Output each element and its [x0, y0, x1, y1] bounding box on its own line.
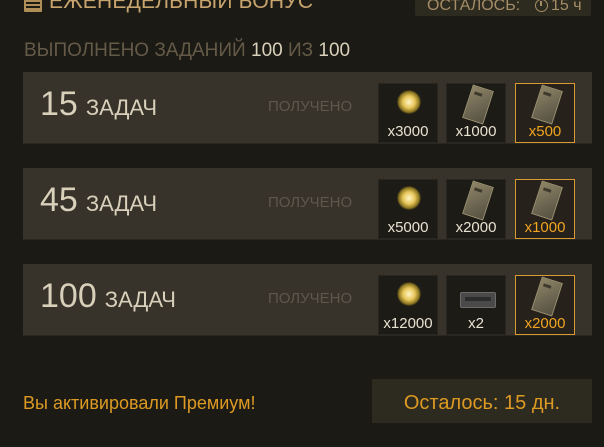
reward-amount: x500: [528, 123, 562, 140]
spark-icon: [397, 90, 421, 114]
clock-icon: [535, 0, 548, 12]
reward-amount: x2: [468, 315, 484, 332]
tier-status: ПОЛУЧЕНО: [268, 290, 353, 307]
reward-tier: 100 ЗАДАЧ ПОЛУЧЕНО x12000 x2 x2000: [23, 264, 592, 336]
tier-unit: ЗАДАЧ: [85, 191, 158, 216]
reward-amount: x1000: [455, 123, 497, 140]
tier-count: 100 ЗАДАЧ: [40, 277, 176, 315]
page-title: ЕЖЕНЕДЕЛЬНЫЙ БОНУС: [49, 0, 314, 13]
card-icon: [531, 276, 563, 317]
reward-amount: x5000: [387, 219, 429, 236]
time-remaining-box: ОСТАЛОСЬ: 15 ч: [415, 0, 591, 16]
card-icon: [462, 180, 494, 221]
reward-amount: x2000: [524, 315, 566, 332]
reward-slot[interactable]: x1000: [446, 83, 506, 143]
calendar-icon: [24, 0, 42, 12]
spark-icon: [397, 186, 421, 210]
timer-label: ОСТАЛОСЬ:: [427, 0, 521, 14]
tier-unit: ЗАДАЧ: [85, 95, 158, 120]
progress-label: ВЫПОЛНЕНО ЗАДАНИЙ: [24, 40, 246, 61]
spark-icon: [397, 282, 421, 306]
reward-slot-highlighted[interactable]: x500: [515, 83, 575, 143]
card-icon: [462, 84, 494, 125]
progress-total: 100: [318, 40, 351, 61]
premium-remaining-box: Осталось: 15 дн.: [372, 379, 592, 423]
tier-count: 15 ЗАДАЧ: [40, 85, 158, 123]
timer-value: 15 ч: [551, 0, 582, 14]
tier-count: 45 ЗАДАЧ: [40, 181, 158, 219]
card-icon: [531, 84, 563, 125]
box-icon: [460, 292, 496, 308]
premium-remaining-text: Осталось: 15 дн.: [403, 392, 561, 414]
weekly-bonus-header: ЕЖЕНЕДЕЛЬНЫЙ БОНУС ОСТАЛОСЬ: 15 ч: [0, 0, 604, 18]
progress-done: 100: [251, 40, 283, 61]
reward-slot[interactable]: x5000: [378, 179, 438, 239]
reward-tier: 15 ЗАДАЧ ПОЛУЧЕНО x3000 x1000 x500: [23, 72, 592, 144]
reward-amount: x3000: [387, 123, 429, 140]
progress-of: ИЗ: [287, 40, 314, 61]
reward-amount: x2000: [455, 219, 497, 236]
reward-tier: 45 ЗАДАЧ ПОЛУЧЕНО x5000 x2000 x1000: [23, 168, 592, 240]
reward-slot[interactable]: x2000: [446, 179, 506, 239]
reward-amount: x12000: [383, 315, 433, 332]
reward-slot-highlighted[interactable]: x1000: [515, 179, 575, 239]
tier-status: ПОЛУЧЕНО: [268, 98, 353, 115]
premium-activated-message: Вы активировали Премиум!: [23, 393, 256, 413]
tasks-progress: ВЫПОЛНЕНО ЗАДАНИЙ 100 ИЗ 100: [24, 40, 350, 62]
reward-slot[interactable]: x3000: [378, 83, 438, 143]
reward-slot-highlighted[interactable]: x2000: [515, 275, 575, 335]
reward-slot[interactable]: x12000: [378, 275, 438, 335]
reward-slot[interactable]: x2: [446, 275, 506, 335]
reward-amount: x1000: [524, 219, 566, 236]
tier-unit: ЗАДАЧ: [104, 287, 176, 312]
card-icon: [531, 180, 563, 221]
tier-status: ПОЛУЧЕНО: [268, 194, 353, 211]
